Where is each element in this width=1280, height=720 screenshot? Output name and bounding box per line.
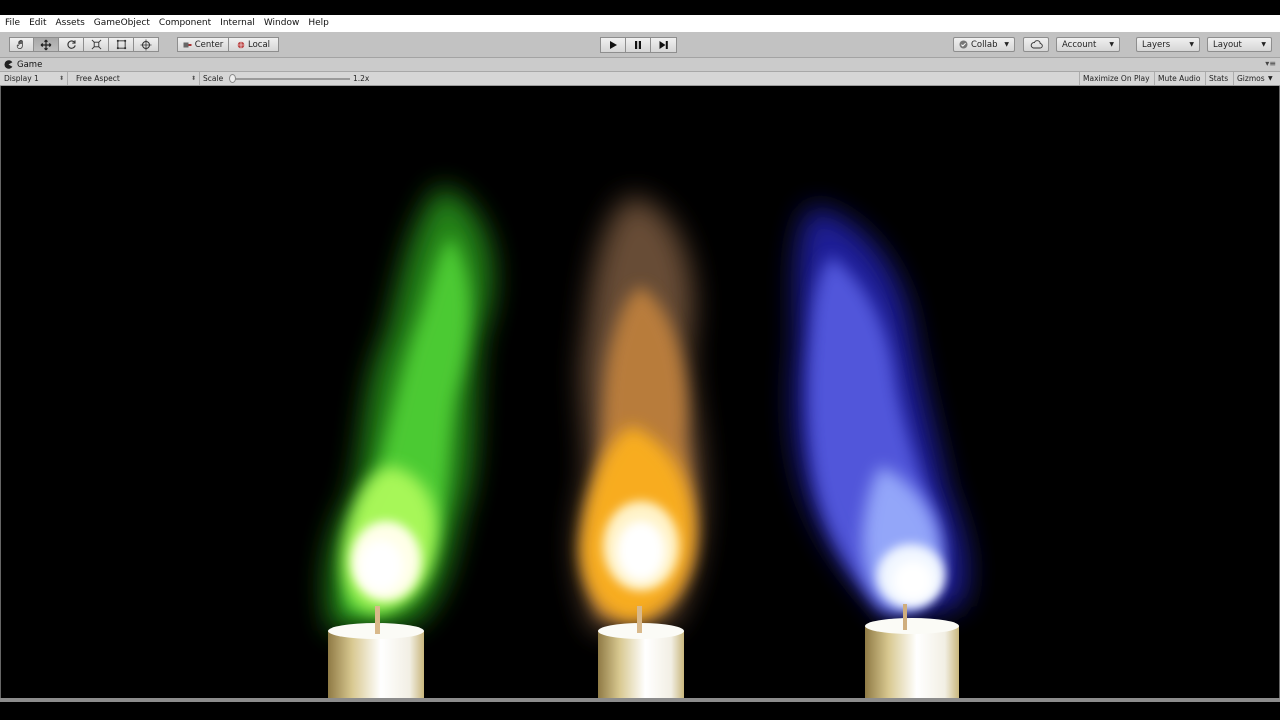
green-flame <box>326 186 493 631</box>
play-button[interactable] <box>600 37 626 53</box>
layout-label: Layout <box>1213 39 1242 50</box>
chevron-down-icon: ▼ <box>1189 41 1194 48</box>
scale-tool-button[interactable] <box>84 37 109 52</box>
rotate-icon <box>66 40 76 49</box>
stats-toggle[interactable]: Stats <box>1205 72 1231 85</box>
game-tab-bar: Game ▾≡ <box>0 58 1280 72</box>
aspect-value: Free Aspect <box>76 74 120 83</box>
tab-game[interactable]: Game <box>4 58 42 71</box>
scale-icon <box>91 39 101 50</box>
transform-tools <box>9 37 159 52</box>
collab-label: Collab <box>971 39 998 50</box>
display-value: Display 1 <box>4 74 39 83</box>
transform-icon <box>140 39 152 50</box>
pause-icon <box>635 41 641 49</box>
tab-label: Game <box>17 59 43 70</box>
step-icon <box>659 41 668 49</box>
orange-flame <box>577 196 703 631</box>
playback-controls <box>600 37 677 53</box>
game-view-bar: Display 1 ⬍ Free Aspect ⬍ Scale 1.2x Max… <box>0 72 1280 86</box>
play-icon <box>610 41 617 49</box>
tab-options-icon[interactable]: ▾≡ <box>1265 58 1276 70</box>
pivot-label: Center <box>194 39 224 50</box>
display-select[interactable]: Display 1 ⬍ <box>0 72 68 85</box>
menu-bar: File Edit Assets GameObject Component In… <box>0 15 1280 32</box>
menu-edit[interactable]: Edit <box>24 15 50 32</box>
chevron-down-icon: ▼ <box>1261 41 1266 48</box>
game-viewport[interactable] <box>0 86 1280 698</box>
gizmos-label: Gizmos <box>1237 74 1265 83</box>
hand-icon <box>16 39 23 49</box>
menu-gameobject[interactable]: GameObject <box>89 15 154 32</box>
pacman-icon <box>4 60 13 69</box>
aspect-select[interactable]: Free Aspect ⬍ <box>72 72 200 85</box>
menu-assets[interactable]: Assets <box>51 15 89 32</box>
layers-label: Layers <box>1142 39 1171 50</box>
scale-label: Scale <box>203 74 224 83</box>
menu-component[interactable]: Component <box>154 15 215 32</box>
space-label: Local <box>247 39 271 50</box>
space-local-button[interactable]: Local <box>229 37 279 52</box>
scale-slider-thumb[interactable] <box>229 74 236 83</box>
move-icon <box>40 39 52 50</box>
rect-tool-button[interactable] <box>109 37 134 52</box>
pivot-center-button[interactable]: Center <box>177 37 229 52</box>
menu-internal[interactable]: Internal <box>215 15 259 32</box>
hand-tool-button[interactable] <box>9 37 34 52</box>
account-label: Account <box>1062 39 1097 50</box>
account-dropdown[interactable]: Account ▼ <box>1056 37 1120 52</box>
scale-slider-track[interactable] <box>232 78 350 80</box>
menu-file[interactable]: File <box>0 15 24 32</box>
layout-dropdown[interactable]: Layout ▼ <box>1207 37 1272 52</box>
mute-audio-toggle[interactable]: Mute Audio <box>1154 72 1203 85</box>
updown-arrows-icon: ⬍ <box>190 75 196 82</box>
rotate-tool-button[interactable] <box>59 37 84 52</box>
transform-tool-button[interactable] <box>134 37 159 52</box>
main-toolbar: Center Local Collab ▼ Account ▼ Layers ▼… <box>0 32 1280 58</box>
chevron-down-icon: ▼ <box>1268 75 1273 82</box>
cloud-icon <box>1030 40 1043 49</box>
menu-window[interactable]: Window <box>259 15 304 32</box>
chevron-down-icon: ▼ <box>1004 41 1009 48</box>
rect-icon <box>116 39 126 50</box>
updown-arrows-icon: ⬍ <box>58 75 64 82</box>
cloud-button[interactable] <box>1023 37 1049 52</box>
pause-button[interactable] <box>626 37 651 53</box>
window-frame-bottom <box>0 702 1280 720</box>
window-frame-top <box>0 0 1280 15</box>
step-button[interactable] <box>651 37 677 53</box>
collab-dropdown[interactable]: Collab ▼ <box>953 37 1015 52</box>
chevron-down-icon: ▼ <box>1109 41 1114 48</box>
game-scene <box>326 186 968 698</box>
move-tool-button[interactable] <box>34 37 59 52</box>
blue-flame <box>793 206 968 621</box>
local-space-icon <box>237 41 245 48</box>
scale-value: 1.2x <box>353 74 370 83</box>
menu-help[interactable]: Help <box>303 15 333 32</box>
gizmos-dropdown[interactable]: Gizmos ▼ <box>1233 72 1275 85</box>
candle-right <box>865 604 959 698</box>
maximize-on-play-toggle[interactable]: Maximize On Play <box>1079 72 1153 85</box>
layers-dropdown[interactable]: Layers ▼ <box>1136 37 1200 52</box>
collab-check-icon <box>959 40 968 49</box>
pivot-toggles: Center Local <box>177 37 279 52</box>
pivot-icon <box>183 42 192 47</box>
